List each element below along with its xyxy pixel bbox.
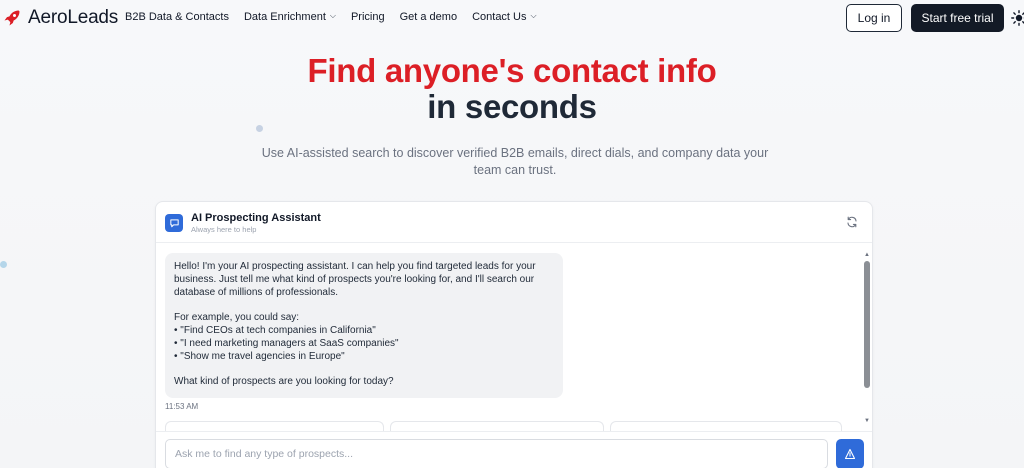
scroll-up-arrow-icon[interactable]: ▲ <box>864 252 870 258</box>
nav-pricing-label: Pricing <box>350 11 385 23</box>
brand-name: AeroLeads <box>28 7 119 28</box>
chat-input[interactable] <box>165 439 828 468</box>
decorative-dot <box>0 261 7 268</box>
main-menu: B2B Data & Contacts Data Enrichment ⌵ Pr… <box>125 11 552 23</box>
chat-bubble-icon <box>165 214 183 232</box>
assistant-message: Hello! I'm your AI prospecting assistant… <box>165 253 563 398</box>
suggestion-card[interactable] <box>165 421 384 431</box>
start-trial-button[interactable]: Start free trial <box>911 4 1004 32</box>
send-icon <box>844 448 856 460</box>
nav-get-demo[interactable]: Get a demo <box>400 11 457 23</box>
chat-input-row <box>156 431 872 468</box>
rocket-icon <box>4 10 20 26</box>
chat-widget: AI Prospecting Assistant Always here to … <box>155 201 873 468</box>
top-nav: AeroLeads B2B Data & Contacts Data Enric… <box>0 0 1024 36</box>
scrollbar-thumb[interactable] <box>864 261 870 388</box>
hero-subtitle: in seconds <box>427 88 597 125</box>
nav-data-enrichment[interactable]: Data Enrichment ⌵ <box>244 11 336 23</box>
chat-header: AI Prospecting Assistant Always here to … <box>156 202 872 243</box>
chat-scrollbar[interactable]: ▲ ▼ <box>863 252 871 428</box>
suggestion-card[interactable] <box>390 421 604 431</box>
hero-description: Use AI-assisted search to discover verif… <box>261 146 769 177</box>
send-button[interactable] <box>836 439 864 468</box>
nav-b2b-data-label: B2B Data & Contacts <box>125 11 229 23</box>
sun-icon[interactable] <box>1011 10 1024 26</box>
nav-b2b-data[interactable]: B2B Data & Contacts <box>125 11 229 23</box>
assistant-message-text: Hello! I'm your AI prospecting assistant… <box>174 261 536 388</box>
nav-contact-us-label: Contact Us <box>472 11 527 23</box>
nav-data-enrichment-label: Data Enrichment <box>243 11 326 23</box>
hero-title: Find anyone's contact info <box>307 52 717 89</box>
scroll-down-arrow-icon[interactable]: ▼ <box>864 418 870 424</box>
nav-get-demo-label: Get a demo <box>399 11 458 23</box>
chevron-down-icon: ⌵ <box>329 11 336 20</box>
decorative-dot <box>256 125 263 132</box>
message-timestamp: 11:53 AM <box>165 402 199 411</box>
chat-subtitle: Always here to help <box>191 225 257 234</box>
suggestion-card[interactable] <box>610 421 842 431</box>
chat-title: AI Prospecting Assistant <box>191 212 321 224</box>
chevron-down-icon: ⌵ <box>530 11 537 20</box>
login-button[interactable]: Log in <box>846 4 902 32</box>
nav-pricing[interactable]: Pricing <box>351 11 385 23</box>
brand-logo[interactable]: AeroLeads <box>2 7 118 29</box>
nav-contact-us[interactable]: Contact Us ⌵ <box>472 11 537 23</box>
refresh-icon[interactable] <box>846 216 858 228</box>
